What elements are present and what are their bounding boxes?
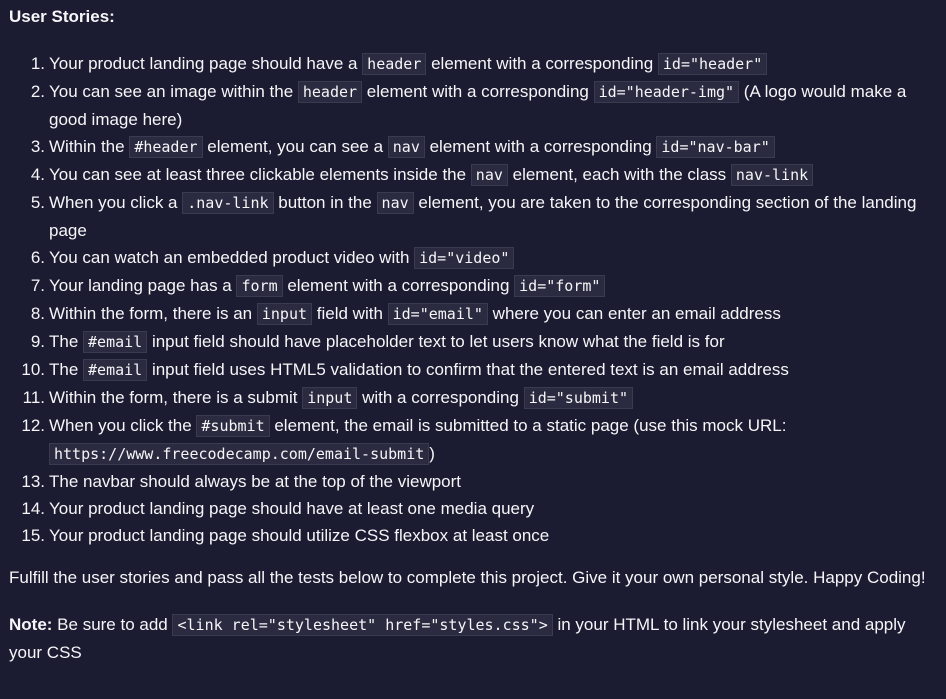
code-snippet: input bbox=[256, 303, 313, 325]
code-snippet: id="email" bbox=[387, 303, 488, 325]
story-number: 14. bbox=[21, 499, 45, 518]
story-number: 8. bbox=[30, 304, 45, 323]
story-item: 12. When you click the #submit element, t… bbox=[9, 412, 936, 468]
story-item: 5. When you click a .nav-link button in t… bbox=[9, 189, 936, 244]
code-snippet: nav bbox=[376, 192, 414, 214]
story-item: 13. The navbar should always be at the to… bbox=[9, 468, 936, 495]
story-item: 1. Your product landing page should have … bbox=[9, 50, 936, 78]
story-item: 10. The #email input field uses HTML5 val… bbox=[9, 356, 936, 384]
instructions-panel: User Stories: 1. Your product landing pag… bbox=[0, 0, 946, 666]
code-snippet: #email bbox=[83, 359, 148, 381]
story-text: When you click the bbox=[49, 416, 197, 435]
story-text: Within the form, there is a submit bbox=[49, 388, 303, 407]
story-text: The bbox=[49, 332, 84, 351]
story-text: Your product landing page should have a bbox=[49, 54, 363, 73]
code-snippet: #submit bbox=[196, 415, 270, 437]
story-item: 3. Within the #header element, you can se… bbox=[9, 133, 936, 161]
story-text: Your product landing page should utilize… bbox=[49, 526, 550, 545]
code-snippet: nav bbox=[387, 136, 425, 158]
user-stories-list: 1. Your product landing page should have … bbox=[9, 50, 936, 549]
story-text: with a corresponding bbox=[357, 388, 524, 407]
story-number: 1. bbox=[30, 54, 45, 73]
story-text: You can see an image within the bbox=[49, 82, 298, 101]
story-text: element, each with the class bbox=[507, 165, 731, 184]
code-snippet: nav-link bbox=[730, 164, 814, 186]
story-item: 8. Within the form, there is an input fie… bbox=[9, 300, 936, 328]
story-item: 7. Your landing page has a form element w… bbox=[9, 272, 936, 300]
story-number: 5. bbox=[30, 193, 45, 212]
story-number: 6. bbox=[30, 248, 45, 267]
story-text: element with a corresponding bbox=[362, 82, 594, 101]
code-snippet: .nav-link bbox=[182, 192, 274, 214]
story-text: element with a corresponding bbox=[282, 276, 515, 295]
story-number: 9. bbox=[30, 332, 45, 351]
story-item: 11. Within the form, there is a submit in… bbox=[9, 384, 936, 412]
stylesheet-link-code: <link rel="stylesheet" href="styles.css"… bbox=[172, 614, 553, 636]
code-snippet: #header bbox=[129, 136, 203, 158]
story-text: input field should have placeholder text… bbox=[147, 332, 725, 351]
story-item: 2. You can see an image within the header… bbox=[9, 78, 936, 133]
story-text: When you click a bbox=[49, 193, 183, 212]
story-item: 9. The #email input field should have pla… bbox=[9, 328, 936, 356]
story-item: 15. Your product landing page should util… bbox=[9, 522, 936, 549]
story-item: 6. You can watch an embedded product vide… bbox=[9, 244, 936, 272]
story-text: Within the bbox=[49, 137, 130, 156]
story-text: Your product landing page should have at… bbox=[49, 499, 535, 518]
code-snippet: #email bbox=[83, 331, 148, 353]
story-text: field with bbox=[312, 304, 388, 323]
story-number: 10. bbox=[21, 360, 45, 379]
story-number: 12. bbox=[21, 416, 45, 435]
note-text: Be sure to add bbox=[52, 615, 173, 634]
note-paragraph: Note: Be sure to add <link rel="styleshe… bbox=[9, 611, 936, 666]
story-text: button in the bbox=[273, 193, 377, 212]
story-item: 4. You can see at least three clickable e… bbox=[9, 161, 936, 189]
story-number: 7. bbox=[30, 276, 45, 295]
story-text: element, the email is submitted to a sta… bbox=[269, 416, 787, 435]
mock-url-code: https://www.freecodecamp.com/email-submi… bbox=[49, 443, 430, 465]
story-text: element with a corresponding bbox=[424, 137, 657, 156]
story-number: 4. bbox=[30, 165, 45, 184]
story-text: input field uses HTML5 validation to con… bbox=[147, 360, 789, 379]
note-label: Note: bbox=[9, 615, 53, 634]
code-snippet: id="submit" bbox=[523, 387, 634, 409]
story-number: 13. bbox=[21, 472, 45, 491]
code-snippet: header bbox=[297, 81, 363, 103]
code-snippet: id="video" bbox=[414, 247, 515, 269]
code-snippet: id="nav-bar" bbox=[656, 136, 775, 158]
code-snippet: id="form" bbox=[514, 275, 606, 297]
story-number: 2. bbox=[30, 82, 45, 101]
story-number: 11. bbox=[22, 388, 45, 407]
story-text: Your landing page has a bbox=[49, 276, 237, 295]
story-text: Within the form, there is an bbox=[49, 304, 257, 323]
code-snippet: header bbox=[362, 53, 427, 75]
story-text: element, you can see a bbox=[202, 137, 388, 156]
code-snippet: id="header-img" bbox=[593, 81, 740, 103]
user-stories-heading: User Stories: bbox=[9, 7, 115, 26]
story-text: where you can enter an email address bbox=[487, 304, 781, 323]
code-snippet: form bbox=[236, 275, 283, 297]
story-text: The navbar should always be at the top o… bbox=[49, 472, 462, 491]
code-snippet: nav bbox=[470, 164, 508, 186]
completion-paragraph: Fulfill the user stories and pass all th… bbox=[9, 568, 926, 587]
code-snippet: id="header" bbox=[657, 53, 768, 75]
story-text: You can watch an embedded product video … bbox=[49, 248, 415, 267]
story-item: 14. Your product landing page should have… bbox=[9, 495, 936, 522]
code-snippet: input bbox=[302, 387, 358, 409]
story-text: You can see at least three clickable ele… bbox=[49, 165, 471, 184]
story-text: ) bbox=[429, 444, 435, 463]
story-text: The bbox=[49, 360, 84, 379]
story-number: 3. bbox=[30, 137, 45, 156]
story-text: element with a corresponding bbox=[426, 54, 658, 73]
story-number: 15. bbox=[21, 526, 45, 545]
